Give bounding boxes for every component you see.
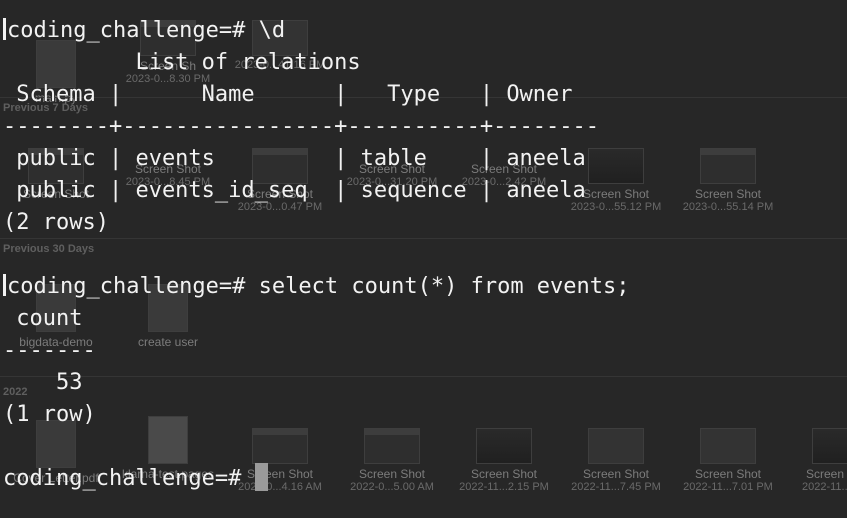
- terminal-text: count: [3, 306, 83, 331]
- line-marker: [3, 18, 6, 40]
- screen: main.py Screen Sh 2023-0...8.30 PM 2023-…: [0, 0, 847, 518]
- terminal-text: Schema | Name | Type | Owner: [3, 82, 573, 107]
- terminal-text: coding_challenge=# select count(*) from …: [7, 274, 630, 299]
- terminal-line: public | events | table | aneela: [0, 143, 847, 175]
- terminal-prompt-line[interactable]: coding_challenge=#: [0, 463, 847, 495]
- terminal-text: 53: [3, 370, 83, 395]
- terminal-text: --------+----------------+----------+---…: [3, 114, 600, 139]
- terminal-line: coding_challenge=# select count(*) from …: [0, 271, 847, 303]
- terminal-line: Schema | Name | Type | Owner: [0, 79, 847, 111]
- terminal-line: (1 row): [0, 399, 847, 431]
- terminal-line: List of relations: [0, 47, 847, 79]
- terminal-line: --------+----------------+----------+---…: [0, 111, 847, 143]
- terminal-text: coding_challenge=# \d: [7, 18, 286, 43]
- terminal-line: coding_challenge=# \d: [0, 15, 847, 47]
- terminal-line: -------: [0, 335, 847, 367]
- terminal-text: List of relations: [3, 50, 361, 75]
- terminal-text: (1 row): [3, 402, 96, 427]
- terminal-text: public | events_id_seq | sequence | anee…: [3, 178, 586, 203]
- terminal-text: public | events | table | aneela: [3, 146, 586, 171]
- terminal-line: 53: [0, 367, 847, 399]
- terminal-text: (2 rows): [3, 210, 109, 235]
- terminal-line: public | events_id_seq | sequence | anee…: [0, 175, 847, 207]
- terminal-line: (2 rows): [0, 207, 847, 239]
- terminal-text: -------: [3, 338, 96, 363]
- terminal-line: count: [0, 303, 847, 335]
- terminal-window[interactable]: coding_challenge=# \d List of relations …: [0, 0, 847, 518]
- text-cursor: [254, 463, 268, 491]
- line-marker: [3, 274, 6, 296]
- terminal-prompt: coding_challenge=#: [3, 466, 255, 491]
